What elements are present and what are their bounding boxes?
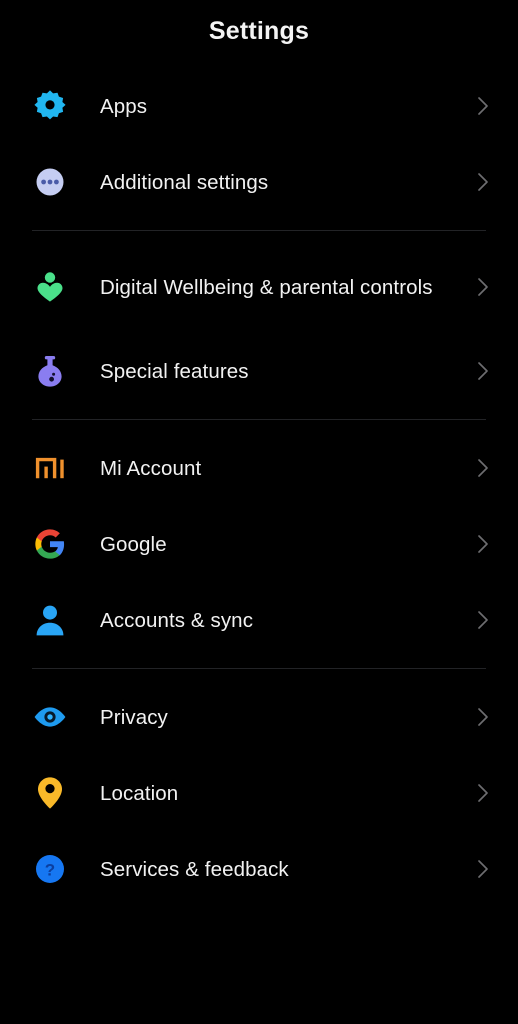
chevron-right-icon bbox=[472, 277, 494, 297]
chevron-right-icon bbox=[472, 859, 494, 879]
app-header: Settings bbox=[0, 0, 518, 62]
settings-item-label: Services & feedback bbox=[100, 857, 289, 881]
group-divider bbox=[32, 419, 486, 420]
row-icon-slot bbox=[0, 603, 100, 637]
chevron-right-icon bbox=[472, 707, 494, 727]
chevron-right-icon bbox=[472, 361, 494, 381]
settings-item-label: Mi Account bbox=[100, 456, 202, 480]
three-dots-circle-icon bbox=[33, 165, 67, 199]
settings-item-apps[interactable]: Apps bbox=[0, 68, 518, 144]
settings-screen: Settings Apps Additional settings Digita… bbox=[0, 0, 518, 1024]
settings-item-accounts-sync[interactable]: Accounts & sync bbox=[0, 582, 518, 658]
settings-item-label: Google bbox=[100, 532, 167, 556]
chevron-right-icon bbox=[472, 172, 494, 192]
settings-item-additional-settings[interactable]: Additional settings bbox=[0, 144, 518, 220]
settings-item-google[interactable]: Google bbox=[0, 506, 518, 582]
chevron-right-icon bbox=[472, 96, 494, 116]
settings-item-label: Apps bbox=[100, 94, 148, 118]
flask-icon bbox=[33, 354, 67, 388]
settings-item-special-features[interactable]: Special features bbox=[0, 333, 518, 409]
digital-wellbeing-icon bbox=[33, 270, 67, 304]
google-logo-icon bbox=[33, 527, 67, 561]
page-title: Settings bbox=[208, 16, 310, 45]
settings-item-label: Accounts & sync bbox=[100, 608, 254, 632]
settings-group-privacy: Privacy Location ? Services & feedback bbox=[0, 679, 518, 907]
map-pin-icon bbox=[33, 776, 67, 810]
chevron-right-icon bbox=[472, 534, 494, 554]
settings-item-mi-account[interactable]: Mi Account bbox=[0, 430, 518, 506]
question-mark-circle-icon: ? bbox=[33, 852, 67, 886]
settings-item-services-feedback[interactable]: ? Services & feedback bbox=[0, 831, 518, 907]
settings-group-accounts: Mi Account Google Accounts & sync bbox=[0, 430, 518, 658]
settings-item-privacy[interactable]: Privacy bbox=[0, 679, 518, 755]
group-divider bbox=[32, 230, 486, 231]
settings-group-apps: Apps Additional settings bbox=[0, 62, 518, 220]
settings-item-label: Special features bbox=[100, 359, 249, 383]
settings-item-digital-wellbeing[interactable]: Digital Wellbeing & parental controls bbox=[0, 241, 518, 333]
row-icon-slot bbox=[0, 776, 100, 810]
settings-item-label: Digital Wellbeing & parental controls bbox=[100, 275, 433, 299]
chevron-right-icon bbox=[472, 783, 494, 803]
chevron-right-icon bbox=[472, 458, 494, 478]
settings-item-label: Privacy bbox=[100, 705, 168, 729]
settings-item-label: Additional settings bbox=[100, 170, 269, 194]
person-icon bbox=[33, 603, 67, 637]
group-divider bbox=[32, 668, 486, 669]
row-icon-slot bbox=[0, 354, 100, 388]
settings-group-wellbeing: Digital Wellbeing & parental controls Sp… bbox=[0, 241, 518, 409]
svg-text:?: ? bbox=[45, 861, 55, 880]
row-icon-slot bbox=[0, 527, 100, 561]
row-icon-slot bbox=[0, 451, 100, 485]
eye-icon bbox=[33, 700, 67, 734]
row-icon-slot bbox=[0, 700, 100, 734]
mi-logo-icon bbox=[33, 451, 67, 485]
row-icon-slot bbox=[0, 270, 100, 304]
settings-item-label: Location bbox=[100, 781, 179, 805]
settings-item-location[interactable]: Location bbox=[0, 755, 518, 831]
row-icon-slot: ? bbox=[0, 852, 100, 886]
row-icon-slot bbox=[0, 89, 100, 123]
chevron-right-icon bbox=[472, 610, 494, 630]
gear-icon bbox=[33, 89, 67, 123]
row-icon-slot bbox=[0, 165, 100, 199]
